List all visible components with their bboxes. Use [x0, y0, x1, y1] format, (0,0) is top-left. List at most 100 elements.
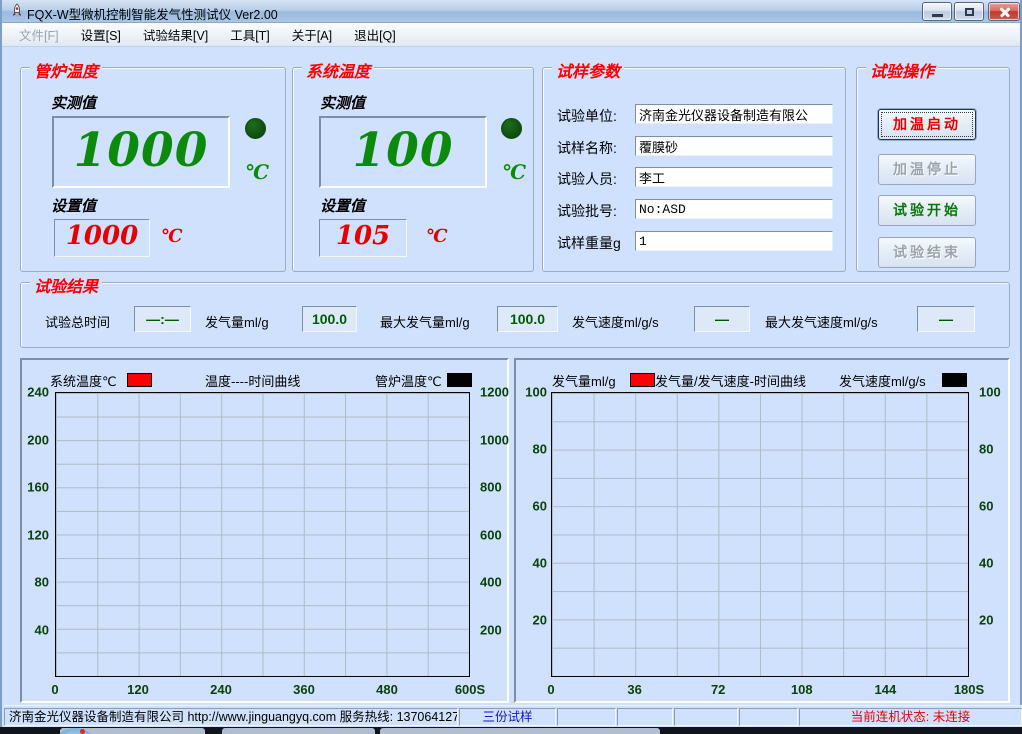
- sample-batch-label: 试验批号:: [557, 201, 617, 221]
- axis-tick-label: 72: [711, 682, 725, 697]
- sample-name-label: 试样名称:: [557, 138, 617, 158]
- taskbar-app-button[interactable]: [380, 728, 660, 734]
- sample-name-field[interactable]: [635, 136, 833, 156]
- menu-tools[interactable]: 工具[T]: [219, 25, 281, 44]
- status-empty-panel: [617, 708, 673, 726]
- sample-weight-label: 试样重量g: [557, 233, 621, 253]
- temperature-x-axis: 0120240360480600S: [55, 681, 470, 696]
- window-title: FQX-W型微机控制智能发气性测试仪 Ver2.00: [27, 4, 278, 23]
- gas-volume-label: 发气量ml/g: [205, 312, 269, 331]
- max-gas-volume-value: 100.0: [497, 306, 558, 332]
- test-results-group: 试验结果 试验总时间 —:— 发气量ml/g 100.0 最大发气量ml/g 1…: [20, 282, 1010, 348]
- title-bar[interactable]: FQX-W型微机控制智能发气性测试仪 Ver2.00: [2, 0, 1020, 23]
- sample-unit-field[interactable]: [635, 104, 833, 124]
- axis-tick-label: 360: [293, 682, 315, 697]
- taskbar-app-button[interactable]: [222, 728, 375, 734]
- system-status-led: [501, 118, 522, 139]
- axis-tick-label: 40: [35, 622, 49, 637]
- taskbar-app-red-icon: [80, 729, 85, 734]
- sample-batch-field[interactable]: [635, 199, 833, 219]
- axis-tick-label: 800: [480, 480, 502, 495]
- system-temp-group: 系统温度 实测值 100 ℃ 设置值 105 ℃: [292, 67, 534, 272]
- gas-chart-panel: 发气量ml/g 发气量/发气速度-时间曲线 发气速度ml/g/s 1008060…: [514, 358, 1010, 703]
- menu-exit[interactable]: 退出[Q]: [343, 25, 407, 44]
- max-gas-volume-label: 最大发气量ml/g: [380, 312, 470, 331]
- legend-system-temp: 系统温度℃: [50, 371, 117, 390]
- total-time-value: —:—: [134, 306, 191, 332]
- system-set-display: 105: [319, 219, 407, 257]
- system-set-label: 设置值: [320, 195, 365, 216]
- menu-test-results[interactable]: 试验结果[V]: [132, 25, 219, 44]
- axis-tick-label: 200: [480, 622, 502, 637]
- legend-swatch-red: [630, 373, 655, 387]
- gas-volume-value: 100.0: [302, 306, 357, 332]
- status-bar: 济南金光仪器设备制造有限公司 http://www.jinguangyq.com…: [4, 705, 1022, 728]
- status-empty-panel: [674, 708, 738, 726]
- close-button[interactable]: [988, 2, 1020, 21]
- axis-tick-label: 40: [533, 556, 547, 571]
- legend-furnace-temp: 管炉温度℃: [375, 371, 442, 390]
- app-rocket-icon: [9, 3, 25, 19]
- axis-tick-label: 600S: [455, 682, 485, 697]
- total-time-label: 试验总时间: [45, 312, 110, 331]
- gas-chart-plot: [551, 392, 969, 677]
- system-temp-title: 系统温度: [302, 58, 374, 82]
- axis-tick-label: 60: [979, 499, 993, 514]
- system-measured-unit: ℃: [502, 160, 526, 184]
- menu-about[interactable]: 关于[A]: [281, 25, 343, 44]
- minimize-button[interactable]: [922, 2, 952, 21]
- system-measured-label: 实测值: [320, 92, 365, 113]
- axis-tick-label: 400: [480, 575, 502, 590]
- temperature-chart-plot: [55, 392, 470, 677]
- legend-swatch-red: [127, 373, 152, 387]
- temperature-y-axis-right: 12001000800600400200: [474, 392, 510, 677]
- sample-operator-label: 试验人员:: [557, 169, 617, 189]
- sample-operator-field[interactable]: [635, 167, 833, 187]
- heating-stop-button[interactable]: 加温停止: [878, 154, 976, 185]
- gas-y-axis-right: 10080604020: [973, 392, 1009, 677]
- furnace-measured-unit: ℃: [245, 160, 269, 184]
- sample-weight-field[interactable]: [635, 231, 833, 251]
- maximize-icon: [965, 8, 974, 16]
- menu-file[interactable]: 文件[F]: [8, 25, 70, 44]
- os-taskbar[interactable]: [0, 727, 1022, 734]
- test-end-button[interactable]: 试验结束: [878, 237, 976, 268]
- axis-tick-label: 0: [547, 682, 554, 697]
- axis-tick-label: 120: [127, 682, 149, 697]
- heating-start-button[interactable]: 加温启动: [878, 109, 976, 140]
- status-company-info: 济南金光仪器设备制造有限公司 http://www.jinguangyq.com…: [4, 708, 458, 726]
- temperature-y-axis-left: 2402001601208040: [22, 392, 51, 677]
- sample-params-title: 试样参数: [552, 58, 624, 82]
- furnace-temp-title: 管炉温度: [30, 58, 102, 82]
- axis-tick-label: 120: [27, 527, 49, 542]
- test-operations-group: 试验操作 加温启动 加温停止 试验开始 试验结束: [856, 67, 1010, 272]
- gas-rate-label: 发气速度ml/g/s: [572, 312, 659, 331]
- axis-tick-label: 100: [979, 385, 1001, 400]
- axis-tick-label: 600: [480, 527, 502, 542]
- system-measured-display: 100: [319, 116, 487, 188]
- legend-swatch-black: [447, 373, 472, 387]
- gas-y-axis-left: 10080604020: [518, 392, 549, 677]
- axis-tick-label: 180S: [954, 682, 984, 697]
- axis-tick-label: 100: [525, 385, 547, 400]
- axis-tick-label: 60: [533, 499, 547, 514]
- axis-tick-label: 1000: [480, 432, 509, 447]
- axis-tick-label: 40: [979, 556, 993, 571]
- menu-settings[interactable]: 设置[S]: [70, 25, 132, 44]
- status-empty-panel: [557, 708, 616, 726]
- furnace-set-display: 1000: [54, 219, 150, 257]
- legend-gas-rate: 发气速度ml/g/s: [839, 371, 926, 390]
- axis-tick-label: 480: [376, 682, 398, 697]
- status-connection-state: 当前连机状态: 未连接: [799, 708, 1022, 726]
- maximize-button[interactable]: [954, 2, 984, 21]
- menu-bar: 文件[F] 设置[S] 试验结果[V] 工具[T] 关于[A] 退出[Q]: [2, 23, 1020, 47]
- furnace-temp-group: 管炉温度 实测值 1000 ℃ 设置值 1000 ℃: [20, 67, 286, 272]
- max-gas-rate-value: —: [917, 306, 975, 332]
- axis-tick-label: 80: [35, 575, 49, 590]
- test-start-button[interactable]: 试验开始: [878, 195, 976, 226]
- status-empty-panel: [739, 708, 798, 726]
- axis-tick-label: 240: [210, 682, 232, 697]
- legend-gas-volume: 发气量ml/g: [552, 371, 616, 390]
- legend-swatch-black: [942, 373, 967, 387]
- test-results-title: 试验结果: [30, 273, 102, 297]
